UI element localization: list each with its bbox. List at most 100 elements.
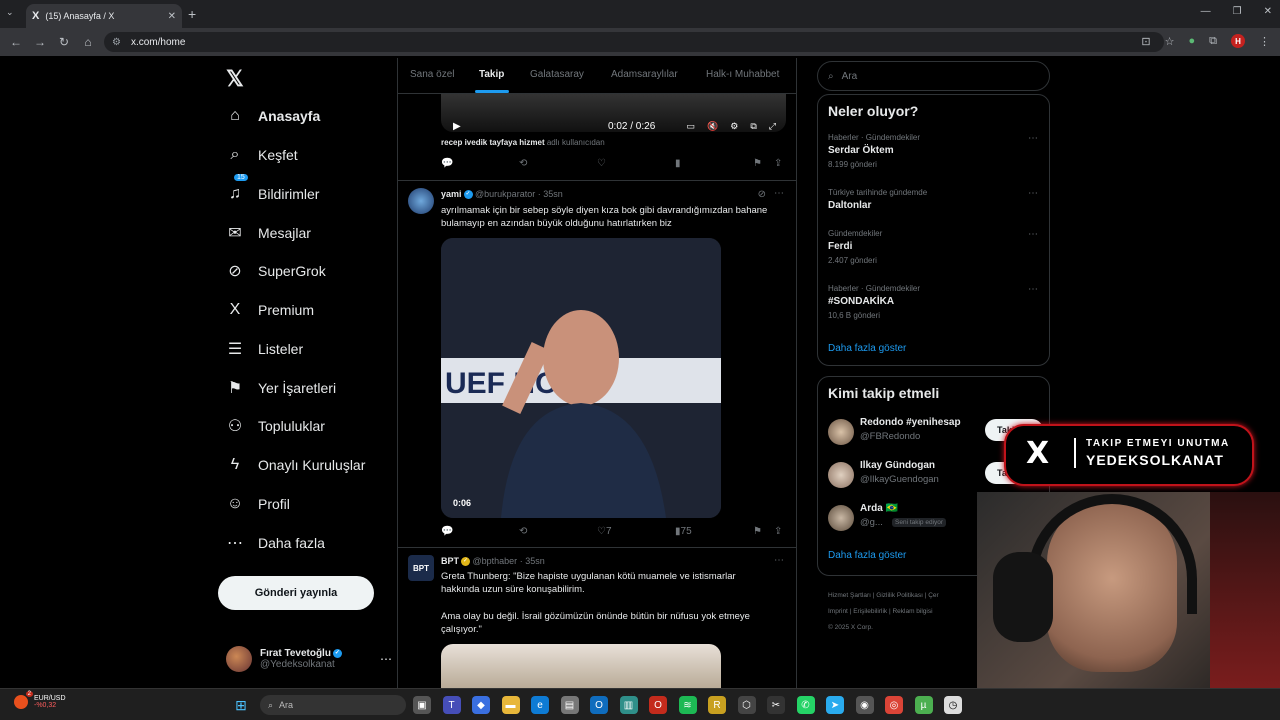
video-player[interactable]: ▶ 0:02 / 0:26 ▭ 🔇 ⚙ ⧉ ⤢	[441, 94, 786, 132]
pip-icon[interactable]: ⧉	[750, 121, 756, 132]
chrome-icon[interactable]: ◎	[885, 696, 903, 714]
site-info-icon[interactable]: ⚙	[112, 37, 121, 48]
avatar[interactable]	[828, 505, 854, 531]
nav-item[interactable]: ♫ 15 Bildirimler	[226, 174, 319, 208]
reply-icon[interactable]: 💬	[441, 158, 453, 169]
trend-item[interactable]: Haberler · Gündemdekiler #SONDAKİKA 10,6 B…	[828, 284, 1038, 320]
grok-icon[interactable]: ⊘	[758, 189, 766, 200]
trend-more-icon[interactable]: ⋯	[1028, 229, 1038, 240]
who-show-more[interactable]: Daha fazla göster	[828, 550, 906, 561]
tab-search-icon[interactable]: ⌄	[6, 7, 14, 18]
footer-link[interactable]: Gizlilik Politikası	[876, 592, 923, 599]
opera-icon[interactable]: O	[649, 696, 667, 714]
suggested-user-name[interactable]: Ilkay Gündogan	[860, 460, 935, 471]
like-icon[interactable]: ♡ 7	[597, 526, 612, 537]
taskbar-search[interactable]: ⌕ Ara	[260, 695, 406, 715]
nav-item[interactable]: ⌂ Anasayfa	[226, 102, 320, 130]
task-view-icon[interactable]: ▣	[413, 696, 431, 714]
trend-more-icon[interactable]: ⋯	[1028, 188, 1038, 199]
windows-start-icon[interactable]: ⊞	[232, 696, 250, 714]
utorrent-icon[interactable]: µ	[914, 696, 933, 714]
author-handle[interactable]: @bpthaber	[473, 556, 518, 566]
tweet-more-icon[interactable]: ⋯	[774, 555, 784, 566]
share-icon[interactable]: ⇪	[774, 158, 782, 169]
game-icon[interactable]: R	[708, 696, 726, 714]
tweet-image[interactable]	[441, 644, 721, 688]
nav-item[interactable]: ⚇ Topluluklar	[226, 412, 325, 440]
clock-app-icon[interactable]: ◷	[944, 696, 962, 714]
tab-halk-i-muhabbet[interactable]: Halk-ı Muhabbet	[706, 69, 779, 80]
attribution-source[interactable]: recep ivedik tayfaya hizmet	[441, 138, 545, 147]
spotify-icon[interactable]: ≋	[678, 696, 697, 714]
suggested-user-name[interactable]: Arda 🇧🇷	[860, 503, 898, 514]
nav-item[interactable]: ⚑ Yer İşaretleri	[226, 374, 336, 402]
whatsapp-icon[interactable]: ✆	[796, 696, 815, 714]
nav-item[interactable]: ⋯ Daha fazla	[226, 529, 325, 557]
nav-item[interactable]: ⊘ SuperGrok	[226, 257, 325, 285]
address-bar[interactable]: ⚙ x.com/home	[104, 32, 1164, 52]
footer-link[interactable]: Imprint	[828, 608, 848, 615]
obs-icon[interactable]: ◉	[855, 696, 874, 714]
footer-link[interactable]: Hizmet Şartları	[828, 592, 871, 599]
retweet-icon[interactable]: ⟲	[519, 526, 527, 537]
install-app-icon[interactable]: ⊡	[1141, 35, 1150, 48]
trend-more-icon[interactable]: ⋯	[1028, 133, 1038, 144]
suggested-user-name[interactable]: Redondo #yenihesap	[860, 417, 961, 428]
mute-icon[interactable]: 🔇	[707, 121, 718, 132]
tab-adamsaraylilar[interactable]: Adamsaraylılar	[611, 69, 678, 80]
trends-show-more[interactable]: Daha fazla göster	[828, 343, 906, 354]
nav-item[interactable]: ⌕ Keşfet	[226, 141, 298, 169]
account-switcher[interactable]: Fırat Tevetoğlu ✓ @Yedeksolkanat ⋯	[226, 644, 392, 674]
back-icon[interactable]: ←	[4, 35, 28, 49]
play-icon[interactable]: ▶	[453, 121, 461, 132]
tab-close-icon[interactable]: ✕	[168, 11, 176, 22]
store-icon[interactable]: ▤	[560, 696, 579, 714]
author-handle[interactable]: @burukparator	[475, 189, 535, 199]
footer-link[interactable]: Reklam bilgisi	[892, 608, 932, 615]
browser-tab[interactable]: X (15) Anasayfa / X ✕	[26, 4, 182, 28]
app-icon[interactable]: ▥	[619, 696, 638, 714]
tab-galatasaray[interactable]: Galatasaray	[530, 69, 584, 80]
restore-icon[interactable]: ❐	[1233, 6, 1242, 17]
nav-item[interactable]: ☰ Listeler	[226, 335, 303, 363]
capcut-icon[interactable]: ✂	[767, 696, 785, 714]
share-icon[interactable]: ⇪	[774, 526, 782, 537]
avatar[interactable]	[408, 188, 434, 214]
post-button[interactable]: Gönderi yayınla	[218, 576, 374, 610]
settings-icon[interactable]: ⚙	[730, 121, 738, 132]
bookmark-icon[interactable]: ⚑	[753, 158, 762, 169]
profile-avatar[interactable]: H	[1231, 34, 1245, 48]
edge-icon[interactable]: e	[531, 696, 549, 714]
reload-icon[interactable]: ↻	[52, 35, 76, 49]
reply-icon[interactable]: 💬	[441, 526, 453, 537]
avatar[interactable]: BPT	[408, 555, 434, 581]
telegram-icon[interactable]: ➤	[826, 696, 844, 714]
like-icon[interactable]: ♡	[597, 158, 606, 169]
search-input[interactable]: ⌕ Ara	[817, 61, 1050, 91]
bookmark-star-icon[interactable]: ☆	[1165, 35, 1175, 48]
x-logo-icon[interactable]: 𝕏	[226, 66, 244, 92]
tweet-more-icon[interactable]: ⋯	[774, 188, 784, 199]
nav-item[interactable]: ϟ Onaylı Kuruluşlar	[226, 451, 366, 479]
views-icon[interactable]: ▮ 75	[675, 526, 692, 537]
nav-item[interactable]: X Premium	[226, 296, 314, 324]
trend-item[interactable]: Haberler · Gündemdekiler Serdar Öktem 8.19…	[828, 133, 1038, 169]
tweet-time[interactable]: · 35sn	[520, 556, 545, 566]
new-tab-icon[interactable]: +	[188, 6, 196, 22]
close-window-icon[interactable]: ✕	[1264, 6, 1272, 17]
footer-link[interactable]: Erişilebilirlik	[853, 608, 887, 615]
copilot-icon[interactable]: ◆	[472, 696, 490, 714]
tab-sana-ozel[interactable]: Sana özel	[410, 69, 454, 80]
captions-icon[interactable]: ▭	[687, 121, 696, 132]
avatar[interactable]	[828, 462, 854, 488]
extension-icon[interactable]: ●	[1188, 35, 1195, 47]
ticker-widget[interactable]: 2 EUR/USD -%0,32	[14, 691, 66, 709]
footer-link[interactable]: Çer	[928, 592, 938, 599]
minimize-icon[interactable]: —	[1201, 6, 1211, 17]
trend-item[interactable]: Türkiye tarihinde gündemde Daltonlar ⋯	[828, 188, 1038, 215]
trend-item[interactable]: Gündemdekiler Ferdi 2.407 gönderi ⋯	[828, 229, 1038, 265]
file-explorer-icon[interactable]: ▬	[501, 696, 520, 714]
nav-item[interactable]: ☺ Profil	[226, 490, 290, 518]
trend-more-icon[interactable]: ⋯	[1028, 284, 1038, 295]
forward-icon[interactable]: →	[28, 35, 52, 49]
